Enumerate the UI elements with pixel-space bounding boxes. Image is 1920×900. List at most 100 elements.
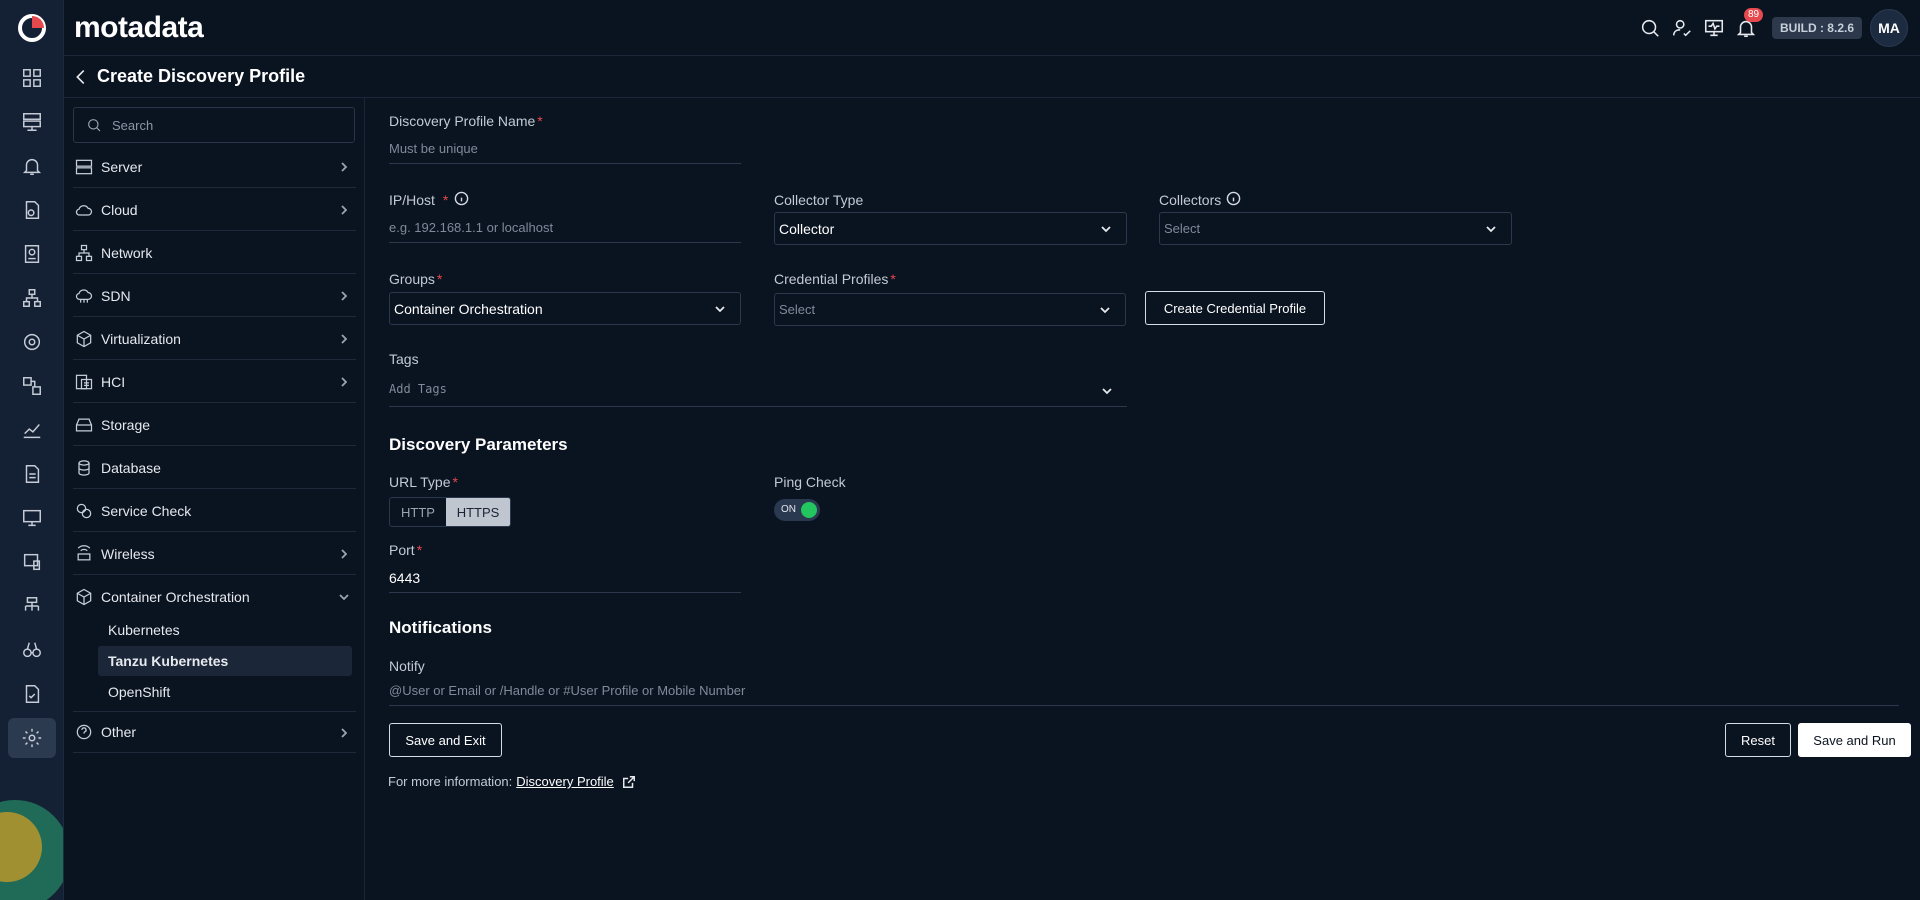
- topology-icon[interactable]: [16, 282, 48, 314]
- save-and-run-button[interactable]: Save and Run: [1798, 723, 1911, 757]
- notify-label: Notify: [389, 658, 425, 674]
- profile-name-input[interactable]: [389, 134, 741, 164]
- cloud-icon: [73, 199, 95, 221]
- category-virtualization[interactable]: Virtualization: [73, 318, 356, 360]
- page-header: Create Discovery Profile: [64, 56, 1920, 98]
- chevron-right-icon: [338, 548, 350, 560]
- collectors-label: Collectors: [1159, 192, 1222, 208]
- chevron-right-icon: [338, 161, 350, 173]
- tags-placeholder: Add Tags: [389, 382, 447, 396]
- metric-file-icon[interactable]: [16, 194, 48, 226]
- chevron-right-icon: [338, 727, 350, 739]
- port-label: Port *: [389, 542, 423, 558]
- url-type-http-option[interactable]: HTTP: [390, 498, 446, 526]
- user-avatar[interactable]: MA: [1870, 9, 1908, 47]
- category-label: Other: [101, 724, 137, 740]
- network-icon: [73, 242, 95, 264]
- category-sidebar: Server Cloud Network SDN Virtualization …: [64, 98, 365, 900]
- collector-type-label: Collector Type: [774, 192, 864, 208]
- port-input[interactable]: [389, 563, 741, 593]
- save-and-exit-button[interactable]: Save and Exit: [389, 723, 502, 757]
- sdn-icon: [73, 285, 95, 307]
- category-search-input[interactable]: [112, 117, 342, 133]
- cube-icon: [73, 328, 95, 350]
- info-icon[interactable]: [1226, 191, 1241, 206]
- create-credential-profile-button[interactable]: Create Credential Profile: [1145, 291, 1325, 325]
- trend-chart-icon[interactable]: [16, 414, 48, 446]
- reset-button[interactable]: Reset: [1725, 723, 1791, 757]
- top-bar: motadata 89 BUILD : 8.2.6 MA: [64, 0, 1920, 56]
- motadata-logo-icon[interactable]: [16, 12, 48, 44]
- subitem-openshift[interactable]: OpenShift: [98, 677, 352, 707]
- category-label: SDN: [101, 287, 131, 304]
- search-icon[interactable]: [1638, 16, 1662, 40]
- notify-input[interactable]: [389, 676, 1899, 706]
- category-label: Network: [101, 244, 153, 261]
- flow-icon[interactable]: [16, 370, 48, 402]
- collectors-select[interactable]: Select: [1159, 212, 1512, 245]
- monitor-radar-icon[interactable]: [16, 326, 48, 358]
- question-circle-icon: [73, 721, 95, 743]
- device-icon[interactable]: [16, 546, 48, 578]
- category-wireless[interactable]: Wireless: [73, 533, 356, 575]
- chevron-down-icon: [1099, 304, 1111, 316]
- service-check-icon: [73, 500, 95, 522]
- category-database[interactable]: Database: [73, 447, 356, 489]
- category-network[interactable]: Network: [73, 232, 356, 274]
- url-type-https-option[interactable]: HTTPS: [446, 498, 510, 526]
- category-sdn[interactable]: SDN: [73, 275, 356, 317]
- notifications-title: Notifications: [389, 618, 492, 637]
- subitem-kubernetes[interactable]: Kubernetes: [98, 615, 352, 645]
- category-service-check[interactable]: Service Check: [73, 490, 356, 532]
- subitem-tanzu-kubernetes[interactable]: Tanzu Kubernetes: [98, 646, 352, 676]
- discovery-profile-form: Discovery Profile Name* IP/Host* Collect…: [366, 98, 1920, 900]
- server-icon: [73, 156, 95, 178]
- bell-icon[interactable]: [16, 150, 48, 182]
- notification-count-badge: 89: [1743, 8, 1764, 22]
- chevron-right-icon: [338, 204, 350, 216]
- groups-select[interactable]: Container Orchestration: [389, 292, 741, 325]
- credential-profiles-label: Credential Profiles *: [774, 271, 896, 287]
- document-icon[interactable]: [16, 458, 48, 490]
- tags-input[interactable]: Add Tags: [389, 371, 1127, 407]
- settings-gear-icon[interactable]: [8, 718, 56, 758]
- ip-host-input[interactable]: [389, 213, 741, 243]
- groups-label: Groups *: [389, 271, 443, 287]
- ping-check-toggle[interactable]: ON: [774, 499, 820, 521]
- discovery-profile-link[interactable]: Discovery Profile: [516, 774, 614, 789]
- user-check-icon[interactable]: [1670, 16, 1694, 40]
- report-icon[interactable]: [16, 238, 48, 270]
- credential-profiles-placeholder: Select: [779, 302, 816, 317]
- notification-bell-icon[interactable]: 89: [1734, 8, 1764, 40]
- chevron-right-icon: [338, 376, 350, 388]
- wireless-icon: [73, 543, 95, 565]
- hierarchy-icon[interactable]: [16, 590, 48, 622]
- external-link-icon[interactable]: [622, 775, 636, 789]
- category-server[interactable]: Server: [73, 146, 356, 188]
- dashboard-grid-icon[interactable]: [16, 62, 48, 94]
- screen-monitor-icon[interactable]: [16, 502, 48, 534]
- tags-label: Tags: [389, 351, 419, 367]
- collector-type-select[interactable]: Collector: [774, 212, 1127, 245]
- chevron-down-icon: [338, 591, 350, 603]
- category-hci[interactable]: HCI: [73, 361, 356, 403]
- binoculars-icon[interactable]: [16, 634, 48, 666]
- server-rack-icon[interactable]: [16, 106, 48, 138]
- category-container-orchestration[interactable]: Container Orchestration: [73, 576, 356, 618]
- credential-profiles-select[interactable]: Select: [774, 293, 1126, 326]
- toggle-knob: [801, 502, 817, 518]
- category-other[interactable]: Other: [73, 711, 356, 753]
- monitor-pulse-icon[interactable]: [1702, 16, 1726, 40]
- brand-logo-text[interactable]: motadata: [74, 11, 204, 45]
- back-chevron-icon[interactable]: [70, 66, 92, 88]
- groups-value: Container Orchestration: [394, 300, 543, 317]
- database-icon: [73, 457, 95, 479]
- category-search[interactable]: [73, 107, 355, 143]
- category-label: Virtualization: [101, 330, 181, 347]
- category-cloud[interactable]: Cloud: [73, 189, 356, 231]
- storage-icon: [73, 414, 95, 436]
- collector-type-value: Collector: [779, 220, 835, 237]
- info-icon[interactable]: [454, 191, 469, 206]
- category-storage[interactable]: Storage: [73, 404, 356, 446]
- audit-file-icon[interactable]: [16, 678, 48, 710]
